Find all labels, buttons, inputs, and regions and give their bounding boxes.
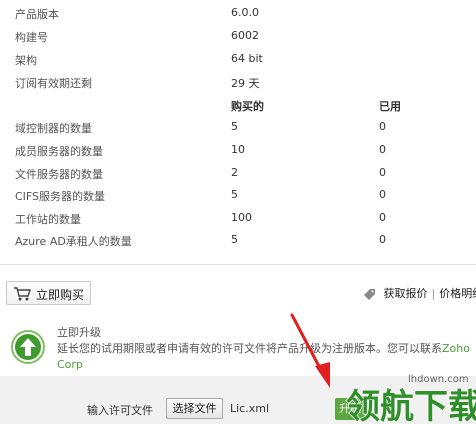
watermark-logo: 领航下载 lhdown.com — [345, 374, 476, 424]
watermark-url: lhdown.com — [408, 374, 469, 385]
watermark-text: 领航下载 — [346, 387, 476, 424]
annotation-arrow-icon — [290, 313, 330, 388]
